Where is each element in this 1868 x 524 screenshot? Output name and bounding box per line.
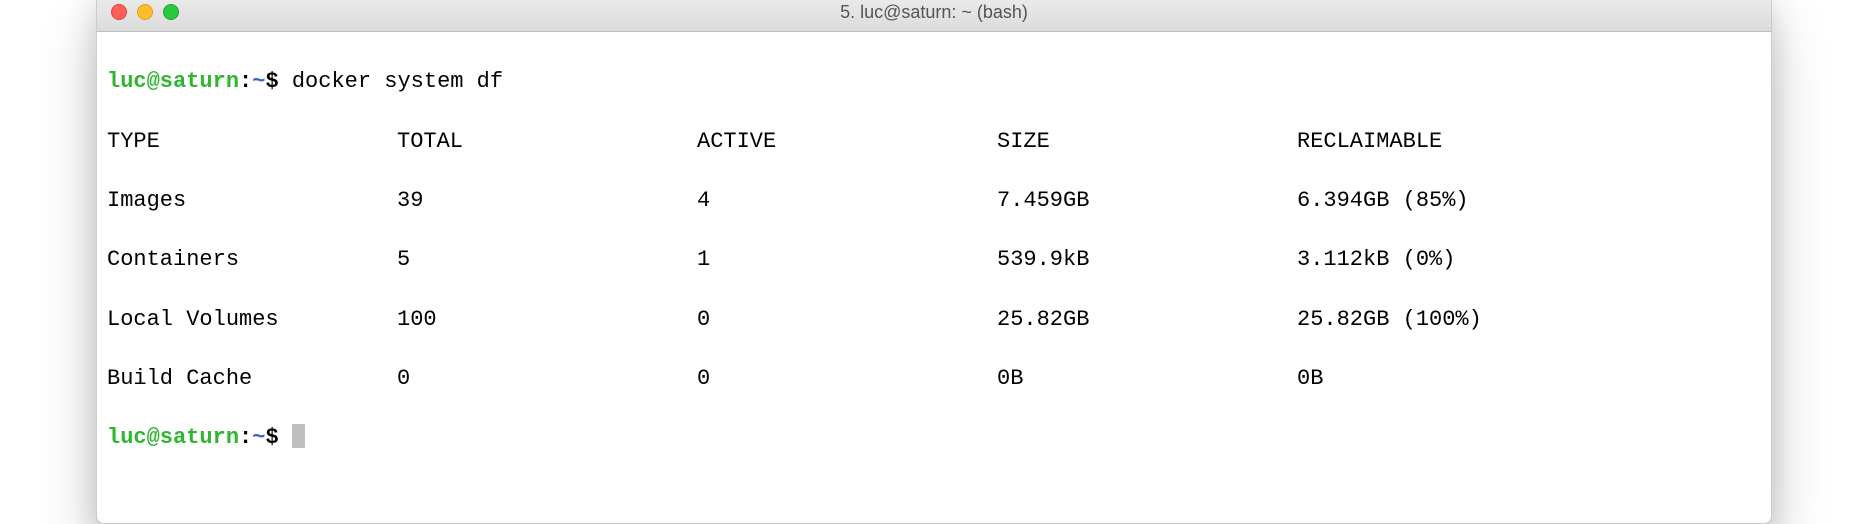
cell-reclaimable: 0B bbox=[1297, 364, 1761, 394]
header-size: SIZE bbox=[997, 127, 1297, 157]
cell-size: 539.9kB bbox=[997, 245, 1297, 275]
prompt-colon: : bbox=[239, 69, 252, 94]
cell-total: 5 bbox=[397, 245, 697, 275]
command-text: docker system df bbox=[292, 69, 503, 94]
cell-type: Build Cache bbox=[107, 364, 397, 394]
prompt-user-host: luc@saturn bbox=[107, 69, 239, 94]
cursor-icon bbox=[292, 424, 305, 448]
maximize-icon[interactable] bbox=[163, 4, 179, 20]
cell-total: 39 bbox=[397, 186, 697, 216]
cell-reclaimable: 3.112kB (0%) bbox=[1297, 245, 1761, 275]
table-row: Images3947.459GB6.394GB (85%) bbox=[107, 186, 1761, 216]
table-row: Containers51539.9kB3.112kB (0%) bbox=[107, 245, 1761, 275]
cell-reclaimable: 6.394GB (85%) bbox=[1297, 186, 1761, 216]
cell-size: 25.82GB bbox=[997, 305, 1297, 335]
table-header-row: TYPETOTALACTIVESIZERECLAIMABLE bbox=[107, 127, 1761, 157]
cell-reclaimable: 25.82GB (100%) bbox=[1297, 305, 1761, 335]
prompt-user-host: luc@saturn bbox=[107, 425, 239, 450]
header-total: TOTAL bbox=[397, 127, 697, 157]
prompt-dollar: $ bbox=[265, 425, 278, 450]
titlebar[interactable]: 5. luc@saturn: ~ (bash) bbox=[97, 0, 1771, 32]
header-active: ACTIVE bbox=[697, 127, 997, 157]
terminal-body[interactable]: luc@saturn:~$ docker system df TYPETOTAL… bbox=[97, 32, 1771, 523]
table-row: Build Cache000B0B bbox=[107, 364, 1761, 394]
cell-total: 100 bbox=[397, 305, 697, 335]
header-type: TYPE bbox=[107, 127, 397, 157]
table-row: Local Volumes100025.82GB25.82GB (100%) bbox=[107, 305, 1761, 335]
cell-type: Containers bbox=[107, 245, 397, 275]
cell-active: 0 bbox=[697, 364, 997, 394]
prompt-line-1: luc@saturn:~$ docker system df bbox=[107, 67, 1761, 97]
cell-total: 0 bbox=[397, 364, 697, 394]
cell-active: 1 bbox=[697, 245, 997, 275]
prompt-line-2: luc@saturn:~$ bbox=[107, 423, 1761, 453]
cell-active: 4 bbox=[697, 186, 997, 216]
prompt-path: ~ bbox=[252, 425, 265, 450]
close-icon[interactable] bbox=[111, 4, 127, 20]
cell-size: 0B bbox=[997, 364, 1297, 394]
prompt-dollar: $ bbox=[265, 69, 278, 94]
cell-type: Images bbox=[107, 186, 397, 216]
prompt-colon: : bbox=[239, 425, 252, 450]
header-reclaimable: RECLAIMABLE bbox=[1297, 127, 1761, 157]
cell-type: Local Volumes bbox=[107, 305, 397, 335]
prompt-path: ~ bbox=[252, 69, 265, 94]
cell-active: 0 bbox=[697, 305, 997, 335]
cell-size: 7.459GB bbox=[997, 186, 1297, 216]
terminal-window: 5. luc@saturn: ~ (bash) luc@saturn:~$ do… bbox=[96, 0, 1772, 524]
window-title: 5. luc@saturn: ~ (bash) bbox=[97, 2, 1771, 23]
traffic-lights bbox=[97, 4, 179, 20]
minimize-icon[interactable] bbox=[137, 4, 153, 20]
